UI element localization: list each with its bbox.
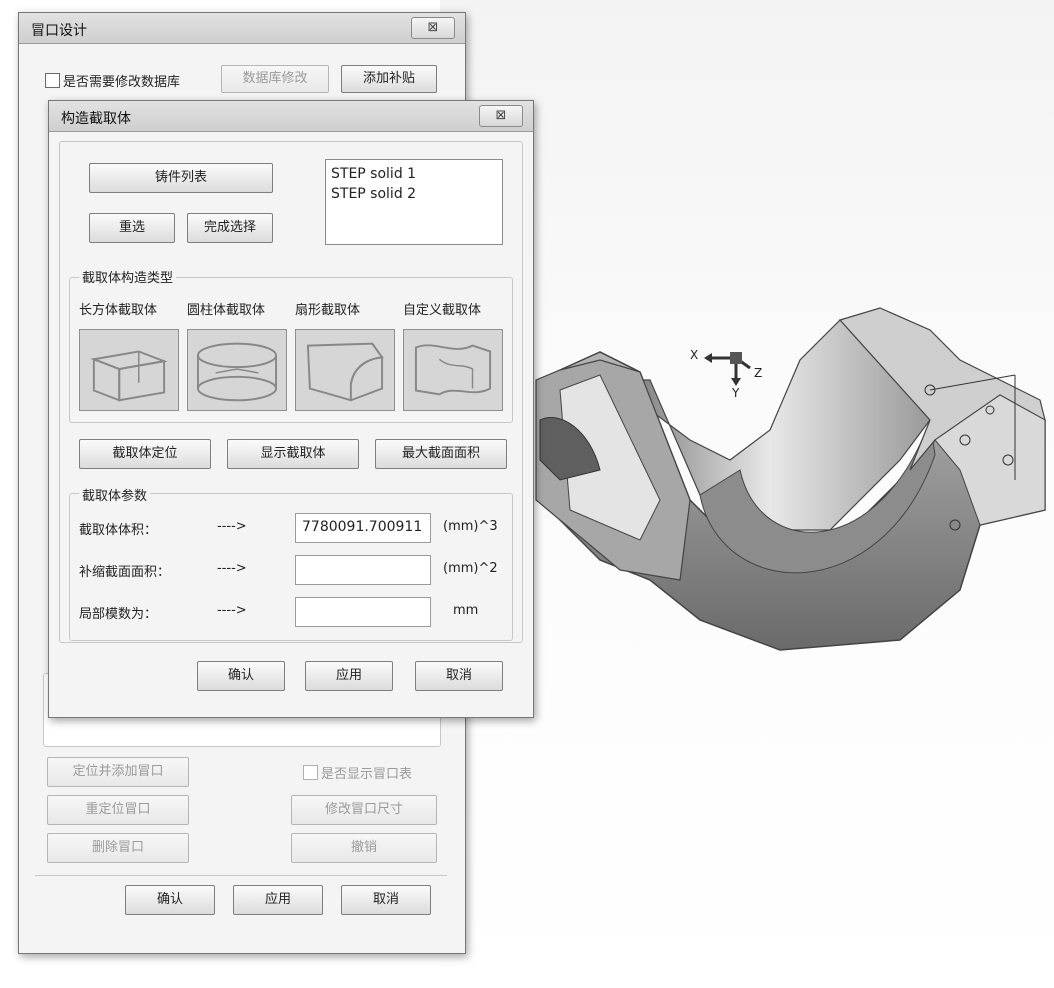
modify-db-checkbox[interactable]	[45, 73, 60, 88]
axis-z-label: Z	[754, 366, 763, 380]
part-list-item[interactable]: STEP solid 1	[331, 164, 497, 184]
modulus-unit: mm	[453, 603, 479, 618]
undo-button[interactable]: 撤销	[291, 833, 437, 863]
outer-cancel-button[interactable]: 取消	[341, 885, 431, 915]
locate-body-button[interactable]: 截取体定位	[79, 439, 211, 469]
cylinder-icon	[197, 342, 277, 402]
area-arrow: ---->	[217, 561, 247, 576]
type-label-sector: 扇形截取体	[295, 303, 361, 318]
modulus-arrow: ---->	[217, 603, 247, 618]
modify-db-label: 是否需要修改数据库	[63, 75, 181, 90]
sector-icon	[306, 342, 384, 402]
modulus-field[interactable]	[295, 597, 431, 627]
box-type-button[interactable]	[79, 329, 179, 411]
custom-shape-icon	[414, 344, 492, 396]
box-icon	[90, 350, 168, 402]
close-icon[interactable]: ⊠	[479, 105, 523, 127]
bottom-divider	[35, 875, 447, 876]
volume-label: 截取体体积：	[79, 523, 158, 538]
area-field[interactable]	[295, 555, 431, 585]
cylinder-type-button[interactable]	[187, 329, 287, 411]
type-label-custom: 自定义截取体	[403, 303, 482, 318]
axis-triad: X Y Z	[686, 340, 766, 400]
params-group-label: 截取体参数	[79, 485, 151, 504]
db-modify-button[interactable]: 数据库修改	[221, 65, 329, 93]
dialog-apply-button[interactable]: 应用	[305, 661, 393, 691]
area-label: 补缩截面面积：	[79, 565, 171, 580]
max-section-button[interactable]: 最大截面面积	[375, 439, 507, 469]
axis-x-label: X	[690, 348, 699, 362]
volume-field[interactable]: 7780091.700911	[295, 513, 431, 543]
dialog-ok-button[interactable]: 确认	[197, 661, 285, 691]
show-riser-table-label: 是否显示冒口表	[321, 767, 413, 782]
construct-body-title: 构造截取体	[61, 111, 131, 127]
type-group-label: 截取体构造类型	[79, 267, 177, 286]
construct-body-titlebar: 构造截取体 ⊠	[49, 101, 533, 132]
reselect-button[interactable]: 重选	[89, 213, 175, 243]
add-subsidy-button[interactable]: 添加补贴	[341, 65, 437, 93]
dialog-cancel-button[interactable]: 取消	[415, 661, 503, 691]
construct-body-dialog: 构造截取体 ⊠ 铸件列表 重选 完成选择 STEP solid 1 STEP s…	[48, 100, 534, 718]
riser-design-title: 冒口设计	[31, 23, 87, 39]
part-listbox[interactable]: STEP solid 1 STEP solid 2	[325, 159, 503, 245]
relocate-riser-button[interactable]: 重定位冒口	[47, 795, 189, 825]
volume-unit: (mm)^3	[443, 519, 498, 534]
delete-riser-button[interactable]: 删除冒口	[47, 833, 189, 863]
part-list-item[interactable]: STEP solid 2	[331, 184, 497, 204]
locate-add-riser-button[interactable]: 定位并添加冒口	[47, 757, 189, 787]
finish-select-button[interactable]: 完成选择	[187, 213, 273, 243]
outer-ok-button[interactable]: 确认	[125, 885, 215, 915]
modify-riser-size-button[interactable]: 修改冒口尺寸	[291, 795, 437, 825]
area-unit: (mm)^2	[443, 561, 498, 576]
outer-apply-button[interactable]: 应用	[233, 885, 323, 915]
modulus-label: 局部模数为：	[79, 607, 158, 622]
show-riser-table-checkbox[interactable]	[303, 765, 318, 780]
part-list-button[interactable]: 铸件列表	[89, 163, 273, 193]
type-label-cylinder: 圆柱体截取体	[187, 303, 266, 318]
volume-arrow: ---->	[217, 519, 247, 534]
close-icon[interactable]: ⊠	[411, 17, 455, 39]
type-label-box: 长方体截取体	[79, 303, 158, 318]
sector-type-button[interactable]	[295, 329, 395, 411]
custom-type-button[interactable]	[403, 329, 503, 411]
axis-y-label: Y	[732, 386, 740, 400]
show-body-button[interactable]: 显示截取体	[227, 439, 359, 469]
riser-design-titlebar: 冒口设计 ⊠	[19, 13, 465, 44]
